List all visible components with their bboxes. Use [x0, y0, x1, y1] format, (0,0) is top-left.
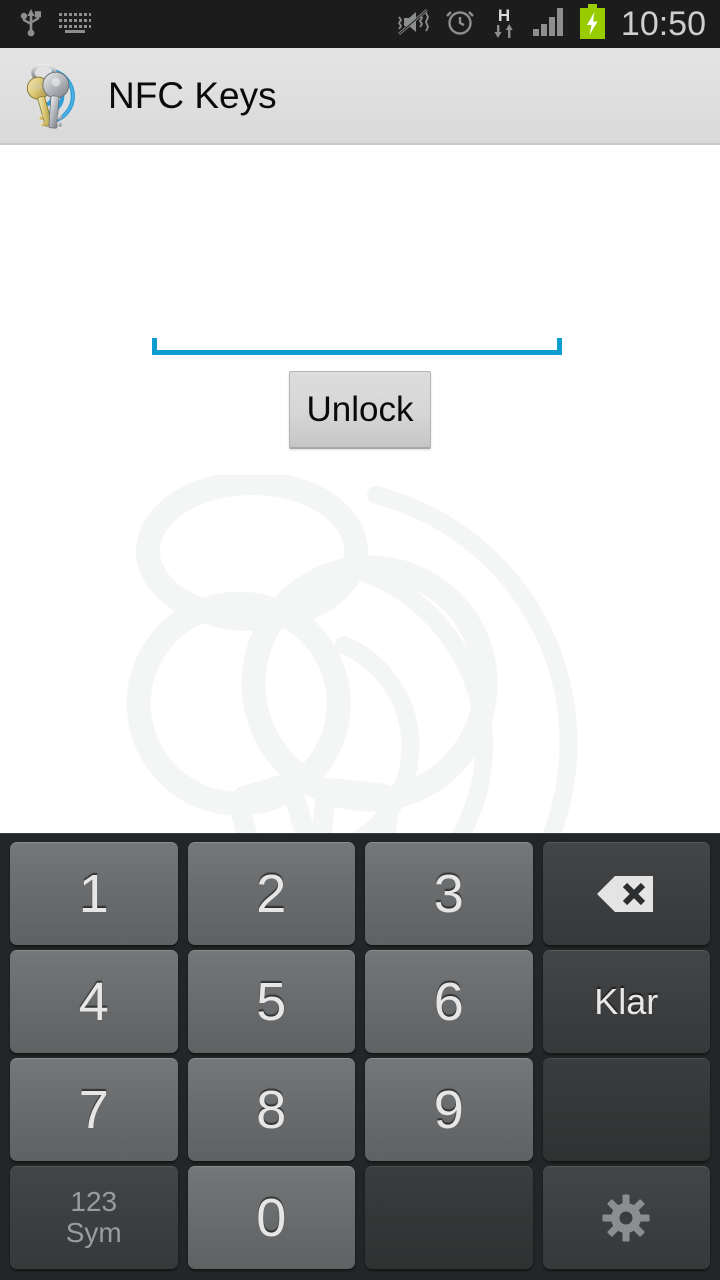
password-input[interactable]: [160, 333, 554, 349]
status-bar[interactable]: H 10:50: [0, 0, 720, 48]
key-8[interactable]: 8: [187, 1058, 355, 1161]
password-field[interactable]: [152, 333, 562, 355]
numeric-keyboard[interactable]: 1 2 3 4 5 6 Klar 7 8 9 123 Sym 0: [0, 833, 720, 1280]
alarm-clock-icon: [444, 6, 476, 43]
key-2[interactable]: 2: [187, 842, 355, 945]
status-bar-right-icons: H 10:50: [397, 3, 720, 45]
key-symbols-label-bottom: Sym: [65, 1217, 122, 1248]
key-6[interactable]: 6: [365, 950, 533, 1053]
android-screen: H 10:50 NFC Keys Unlock 1 2 3 4 5 6 Klar…: [0, 0, 720, 1280]
signal-bars-icon: [532, 7, 566, 42]
gear-icon: [601, 1193, 651, 1243]
key-2-label: 2: [256, 864, 287, 924]
nfc-keys-app-icon: [14, 57, 92, 135]
edit-underline: [152, 350, 562, 355]
keyboard-row-1: 1 2 3: [5, 842, 715, 945]
key-5-label: 5: [256, 972, 287, 1032]
nfc-keys-watermark: [60, 475, 660, 833]
usb-icon: [18, 7, 44, 42]
battery-charging-icon: [579, 3, 606, 45]
key-5[interactable]: 5: [187, 950, 355, 1053]
key-7-label: 7: [78, 1080, 109, 1140]
keyboard-row-2: 4 5 6 Klar: [5, 950, 715, 1053]
key-0-label: 0: [256, 1188, 287, 1248]
key-done[interactable]: Klar: [542, 950, 710, 1053]
keyboard-row-3: 7 8 9: [5, 1058, 715, 1161]
key-4-label: 4: [78, 972, 109, 1032]
app-title-bar: NFC Keys: [0, 48, 720, 145]
key-symbols-label-top: 123: [70, 1186, 118, 1217]
key-symbols[interactable]: 123 Sym: [10, 1166, 178, 1269]
key-done-label: Klar: [594, 981, 659, 1022]
key-3[interactable]: 3: [365, 842, 533, 945]
key-6-label: 6: [433, 972, 464, 1032]
vibrate-mute-icon: [397, 7, 431, 42]
backspace-icon: [595, 873, 657, 915]
status-bar-left-icons: [0, 7, 92, 42]
key-blank-bottom: [365, 1166, 533, 1269]
hspa-data-icon: H: [489, 5, 519, 44]
key-3-label: 3: [433, 864, 464, 924]
keyboard-row-4: 123 Sym 0: [5, 1166, 715, 1269]
key-8-label: 8: [256, 1080, 287, 1140]
unlock-button[interactable]: Unlock: [289, 371, 431, 449]
key-9[interactable]: 9: [365, 1058, 533, 1161]
key-9-label: 9: [433, 1080, 464, 1140]
key-backspace[interactable]: [542, 842, 710, 945]
key-1-label: 1: [78, 864, 109, 924]
key-7[interactable]: 7: [10, 1058, 178, 1161]
keyboard-icon: [58, 10, 92, 39]
key-blank-right: [542, 1058, 710, 1161]
key-0[interactable]: 0: [187, 1166, 355, 1269]
svg-text:H: H: [498, 6, 510, 25]
status-bar-clock: 10:50: [620, 5, 706, 43]
key-4[interactable]: 4: [10, 950, 178, 1053]
key-settings[interactable]: [542, 1166, 710, 1269]
key-1[interactable]: 1: [10, 842, 178, 945]
main-content: Unlock: [0, 145, 720, 833]
app-title-text: NFC Keys: [108, 74, 277, 116]
